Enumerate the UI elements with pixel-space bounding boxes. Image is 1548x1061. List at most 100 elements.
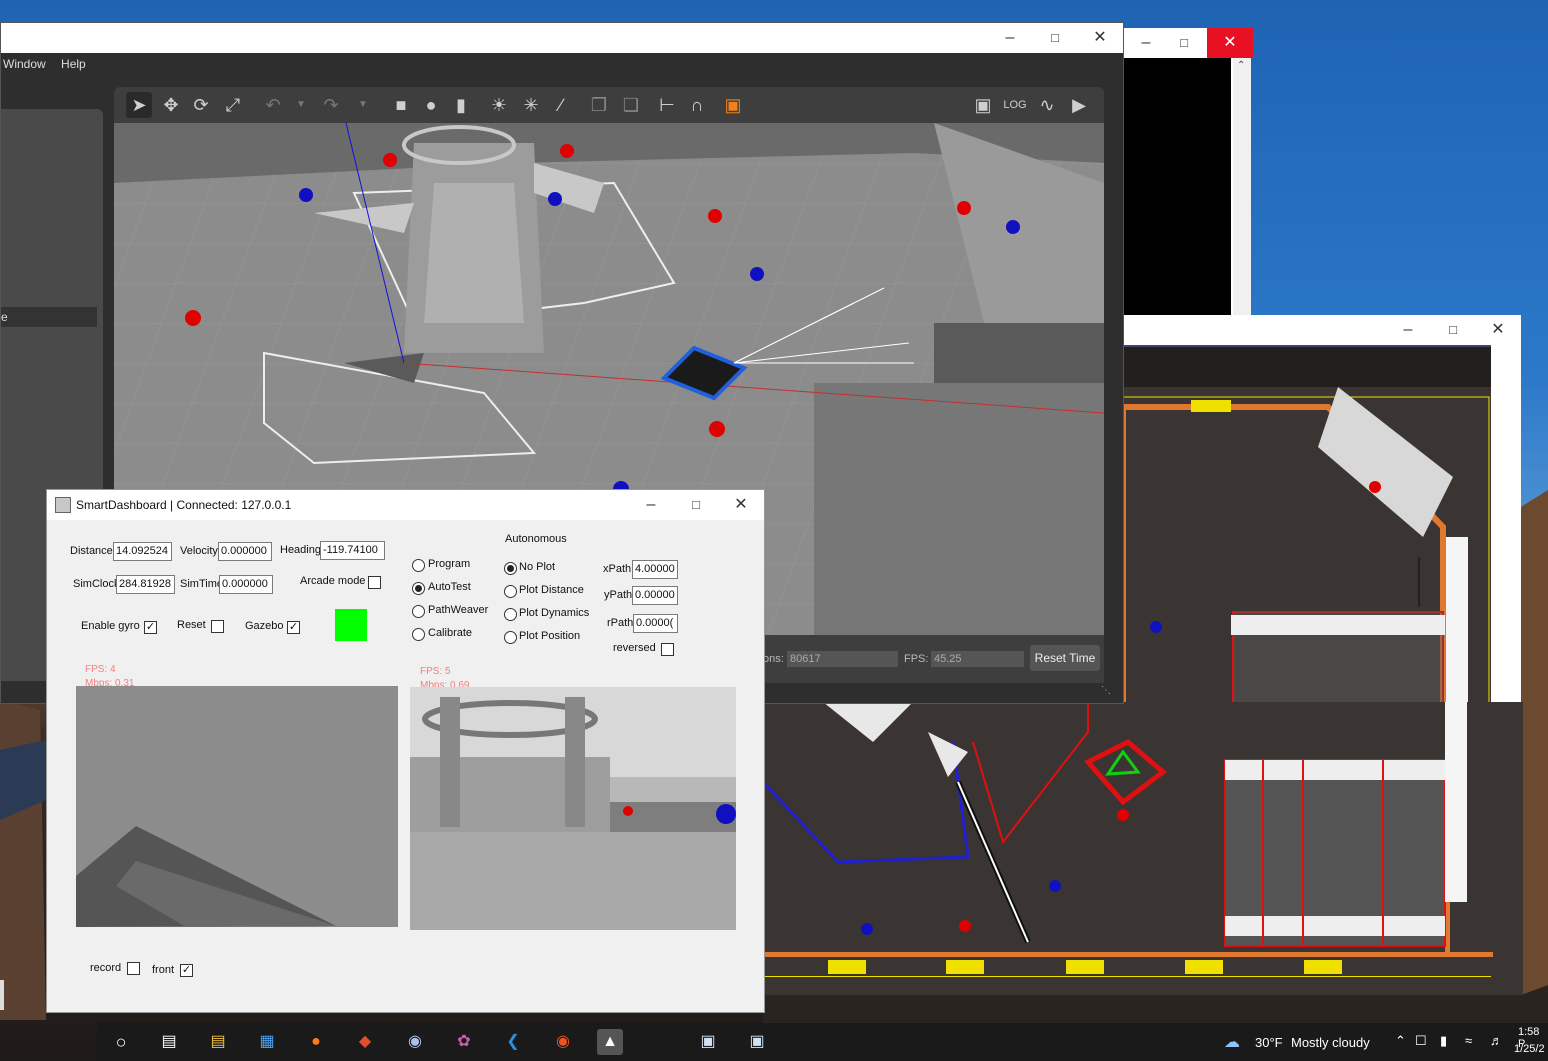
cortana-icon[interactable]: ○ bbox=[108, 1029, 134, 1055]
weather-desc[interactable]: Mostly cloudy bbox=[1291, 1035, 1370, 1050]
maximize-icon[interactable]: □ bbox=[1032, 23, 1078, 53]
undo-menu-icon[interactable]: ▼ bbox=[288, 92, 314, 118]
arcade-mode-checkbox[interactable] bbox=[368, 576, 381, 589]
distance-field[interactable]: 14.092524 bbox=[113, 542, 172, 561]
meet-icon[interactable]: ☐ bbox=[1415, 1033, 1427, 1049]
view-angle-icon[interactable]: ▣ bbox=[720, 92, 746, 118]
rpath-field[interactable]: 0.0000( bbox=[633, 614, 678, 633]
clock-date[interactable]: 1/25/2 bbox=[1514, 1043, 1545, 1055]
resize-grip-icon[interactable]: ⋱ bbox=[1101, 685, 1111, 696]
autonomous-heading: Autonomous bbox=[505, 533, 567, 545]
vscode-icon[interactable]: ❮ bbox=[500, 1029, 526, 1055]
cylinder-icon[interactable]: ▮ bbox=[448, 92, 474, 118]
maximize-icon[interactable]: □ bbox=[1161, 28, 1207, 58]
wifi-icon[interactable]: ≈ bbox=[1465, 1033, 1472, 1048]
paste-icon[interactable]: ❑ bbox=[618, 92, 644, 118]
window-edge bbox=[0, 980, 4, 1010]
radio-no-plot[interactable] bbox=[504, 562, 517, 575]
window-title: SmartDashboard | Connected: 127.0.0.1 bbox=[76, 498, 292, 512]
spot-light-icon[interactable]: ✳ bbox=[518, 92, 544, 118]
gazebo-titlebar[interactable] bbox=[1, 23, 1123, 53]
weather-icon[interactable]: ☁ bbox=[1224, 1032, 1240, 1052]
reset-time-button[interactable]: Reset Time bbox=[1030, 645, 1100, 671]
redo-menu-icon[interactable]: ▼ bbox=[350, 92, 376, 118]
point-light-icon[interactable]: ☀ bbox=[486, 92, 512, 118]
translate-icon[interactable]: ✥ bbox=[158, 92, 184, 118]
paint-icon[interactable]: ✿ bbox=[451, 1029, 477, 1055]
tray-chevron-icon[interactable]: ⌃ bbox=[1395, 1033, 1406, 1049]
window-icon-2[interactable]: ▣ bbox=[744, 1029, 770, 1055]
xpath-field[interactable]: 4.00000 bbox=[632, 560, 678, 579]
enable-gyro-checkbox[interactable]: ✓ bbox=[144, 621, 157, 634]
close-icon[interactable]: ✕ bbox=[1207, 28, 1253, 58]
radio-plot-position[interactable] bbox=[504, 631, 517, 644]
volume-icon[interactable]: ♬ bbox=[1490, 1033, 1503, 1048]
battery-icon[interactable]: ▮ bbox=[1440, 1033, 1447, 1049]
menu-window[interactable]: Window bbox=[1, 53, 50, 71]
reset-checkbox[interactable] bbox=[211, 620, 224, 633]
task-view-icon[interactable]: ▤ bbox=[156, 1029, 182, 1055]
minimize-icon[interactable]: – bbox=[1385, 315, 1431, 345]
record-video-icon[interactable]: ▶ bbox=[1066, 92, 1092, 118]
select-icon[interactable]: ➤ bbox=[126, 92, 152, 118]
gazebo-checkbox[interactable]: ✓ bbox=[287, 621, 300, 634]
simtime-label: SimTime bbox=[180, 578, 223, 590]
log-icon[interactable]: LOG bbox=[1002, 92, 1028, 118]
sphere-icon[interactable]: ● bbox=[418, 92, 444, 118]
front-checkbox[interactable]: ✓ bbox=[180, 964, 193, 977]
simclock-field[interactable]: 284.81928 bbox=[116, 575, 175, 594]
minimize-icon[interactable]: – bbox=[628, 490, 674, 520]
record-checkbox[interactable] bbox=[127, 962, 140, 975]
plot-icon[interactable]: ∿ bbox=[1034, 92, 1060, 118]
scrollbar[interactable]: ⌃ bbox=[1233, 58, 1251, 328]
reversed-label: reversed bbox=[613, 642, 656, 654]
radio-plot-distance[interactable] bbox=[504, 585, 517, 598]
velocity-field[interactable]: 0.000000 bbox=[218, 542, 272, 561]
reversed-checkbox[interactable] bbox=[661, 643, 674, 656]
firefox-icon[interactable]: ● bbox=[303, 1029, 329, 1055]
close-icon[interactable]: ✕ bbox=[1077, 23, 1123, 53]
camera-icon[interactable]: ◉ bbox=[402, 1029, 428, 1055]
screenshot-icon[interactable]: ▣ bbox=[970, 92, 996, 118]
radio-program-label: Program bbox=[428, 558, 471, 570]
maximize-icon[interactable]: □ bbox=[1430, 315, 1476, 345]
file-explorer-icon[interactable]: ▤ bbox=[205, 1029, 231, 1055]
directional-light-icon[interactable]: ∕ bbox=[548, 92, 574, 118]
minimize-icon[interactable]: – bbox=[987, 23, 1033, 53]
redo-icon[interactable]: ↷ bbox=[318, 92, 344, 118]
smartdashboard-window: SmartDashboard | Connected: 127.0.0.1 – … bbox=[46, 489, 765, 1013]
store-icon[interactable]: ▦ bbox=[254, 1029, 280, 1055]
ypath-field[interactable]: 0.00000 bbox=[632, 586, 678, 605]
radio-autotest-label: AutoTest bbox=[428, 581, 471, 593]
radio-autotest[interactable] bbox=[412, 582, 425, 595]
menu-help[interactable]: Help bbox=[59, 53, 90, 71]
close-icon[interactable]: ✕ bbox=[718, 490, 764, 520]
align-icon[interactable]: ⊢ bbox=[654, 92, 680, 118]
velocity-label: Velocity bbox=[180, 545, 218, 557]
heading-field[interactable]: -119.74100 bbox=[320, 541, 385, 560]
rpath-label: rPath bbox=[607, 617, 634, 629]
radio-plot-dynamics[interactable] bbox=[504, 608, 517, 621]
distance-label: Distance bbox=[70, 545, 113, 557]
scroll-up-icon[interactable]: ⌃ bbox=[1237, 60, 1245, 71]
snap-icon[interactable]: ∩ bbox=[684, 92, 710, 118]
radio-pathweaver[interactable] bbox=[412, 605, 425, 618]
radio-program[interactable] bbox=[412, 559, 425, 572]
undo-icon[interactable]: ↶ bbox=[260, 92, 286, 118]
window-icon-1[interactable]: ▣ bbox=[695, 1029, 721, 1055]
weather-temp[interactable]: 30°F bbox=[1255, 1035, 1283, 1050]
box-icon[interactable]: ■ bbox=[388, 92, 414, 118]
maximize-icon[interactable]: □ bbox=[673, 490, 719, 520]
close-icon[interactable]: ✕ bbox=[1475, 315, 1521, 345]
front-label: front bbox=[152, 964, 175, 976]
copy-icon[interactable]: ❐ bbox=[586, 92, 612, 118]
java-app-icon[interactable]: ▲ bbox=[597, 1029, 623, 1055]
left-panel-selected-item[interactable]: e bbox=[1, 307, 97, 327]
fps-field: 45.25 bbox=[931, 651, 1024, 667]
ubuntu-icon[interactable]: ◉ bbox=[550, 1029, 576, 1055]
simtime-field[interactable]: 0.000000 bbox=[219, 575, 273, 594]
rotate-icon[interactable]: ⟳ bbox=[188, 92, 214, 118]
radio-calibrate[interactable] bbox=[412, 628, 425, 641]
scale-icon[interactable]: ⤢ bbox=[220, 92, 246, 118]
git-icon[interactable]: ◆ bbox=[352, 1029, 378, 1055]
